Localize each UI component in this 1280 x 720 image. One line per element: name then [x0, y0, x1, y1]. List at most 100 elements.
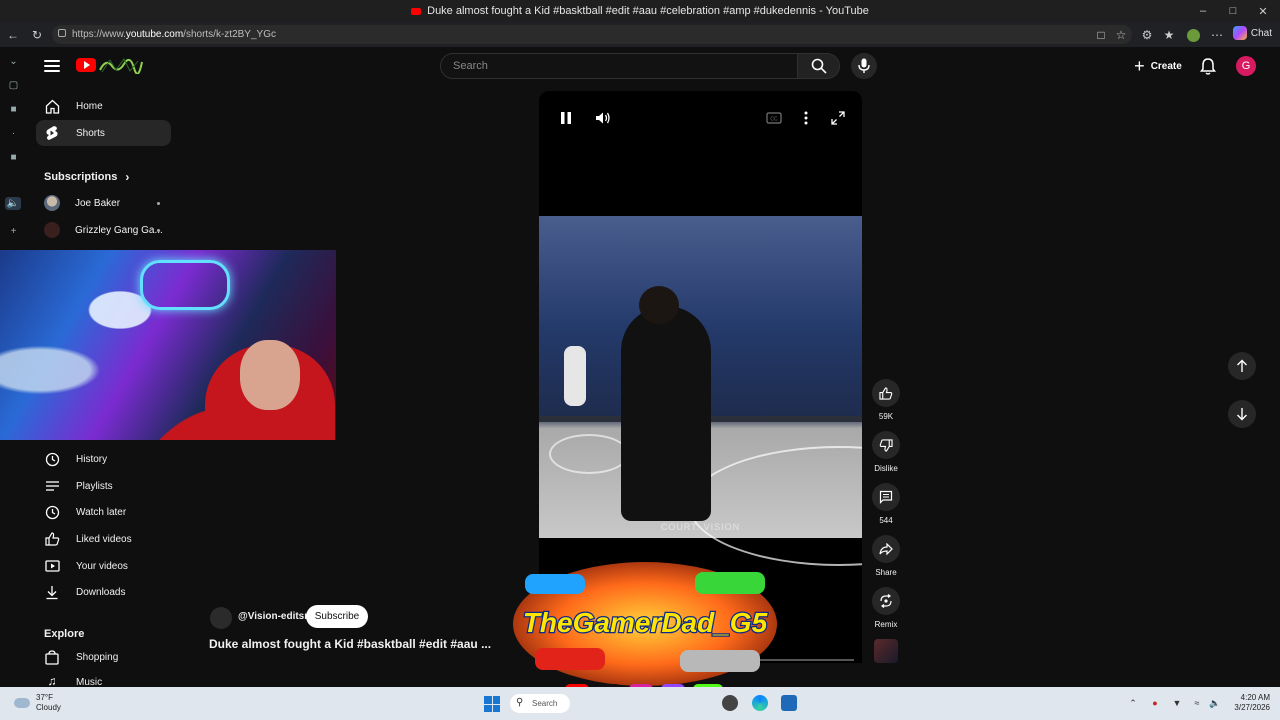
- reload-icon[interactable]: ↻: [26, 24, 48, 46]
- share-label: Share: [875, 568, 897, 577]
- taskbar-app-icon-2[interactable]: [781, 695, 797, 711]
- address-bar[interactable]: https://www. youtube.com/shorts/k-zt2BY_Y…: [52, 25, 1132, 44]
- new-tab-icon[interactable]: +: [7, 225, 20, 238]
- favorite-star-icon[interactable]: ☆: [1110, 24, 1132, 46]
- create-button[interactable]: + Create: [1126, 54, 1190, 78]
- comments-button[interactable]: 544: [872, 483, 900, 525]
- windows-start-icon[interactable]: [484, 696, 500, 712]
- app-available-icon[interactable]: □: [1090, 24, 1112, 46]
- subscription-item[interactable]: Grizzley Gang Ga...: [44, 219, 174, 241]
- url-domain: youtube.com: [125, 29, 184, 40]
- copilot-chat-button[interactable]: Chat: [1232, 26, 1272, 40]
- speaker-icon[interactable]: 🔈: [1209, 698, 1220, 708]
- tray-app-icon[interactable]: ●: [1150, 698, 1160, 708]
- remix-button[interactable]: Remix: [872, 587, 900, 629]
- sidebar-item-your-videos[interactable]: Your videos: [36, 553, 171, 579]
- clock-time: 4:20 AM: [1240, 693, 1270, 702]
- show-hidden-icons-icon[interactable]: ⌃: [1128, 698, 1138, 708]
- svg-text:CC: CC: [770, 117, 778, 123]
- fullscreen-icon[interactable]: [829, 109, 847, 127]
- account-avatar[interactable]: G: [1236, 56, 1256, 76]
- site-info-icon[interactable]: [58, 29, 66, 37]
- playlists-icon: [44, 478, 60, 494]
- share-icon: [879, 543, 893, 555]
- remix-label: Remix: [874, 620, 898, 629]
- video-title[interactable]: Duke almost fought a Kid #basktball #edi…: [209, 637, 509, 651]
- twitch-tab-icon-2[interactable]: ■: [7, 151, 20, 164]
- explore-title: Explore: [44, 628, 85, 640]
- sidebar-item-watch-later[interactable]: Watch later: [36, 499, 171, 525]
- back-icon[interactable]: ←: [2, 24, 24, 46]
- extensions-icon[interactable]: ⚙: [1136, 24, 1158, 46]
- arrow-up-icon: [1237, 359, 1247, 372]
- favorites-icon[interactable]: ★: [1158, 24, 1180, 46]
- taskbar-search[interactable]: ⚲ Search: [510, 694, 570, 713]
- subscription-item[interactable]: Joe Baker: [44, 192, 174, 214]
- voice-search-button[interactable]: [851, 53, 877, 79]
- thumbs-down-icon: [879, 438, 893, 452]
- plus-icon: +: [1134, 56, 1145, 76]
- channel-avatar[interactable]: [210, 607, 232, 629]
- channel-name[interactable]: @Vision-editsr: [238, 611, 308, 622]
- watch-later-icon: [44, 504, 60, 520]
- menu-icon[interactable]: [44, 58, 60, 74]
- video-frame[interactable]: COURT. VISION: [539, 216, 862, 566]
- taskbar-app-icon[interactable]: [722, 695, 738, 711]
- more-options-icon[interactable]: ⋯: [1206, 24, 1228, 46]
- url-path: /shorts/k-zt2BY_YGc: [183, 29, 276, 40]
- previous-short-button[interactable]: [1228, 352, 1256, 380]
- chat-label: Chat: [1250, 27, 1272, 39]
- next-short-button[interactable]: [1228, 400, 1256, 428]
- arrow-down-icon: [1237, 408, 1247, 421]
- weather-widget[interactable]: 37°F Cloudy: [14, 693, 61, 712]
- search-button[interactable]: [798, 53, 840, 79]
- more-vertical-icon[interactable]: [797, 109, 815, 127]
- like-button[interactable]: 59K: [872, 379, 900, 421]
- subscription-name: Joe Baker: [75, 197, 121, 209]
- subscribe-button[interactable]: Subscribe: [306, 605, 368, 628]
- volume-icon[interactable]: [594, 109, 612, 127]
- tab-actions-icon[interactable]: ⌄: [7, 55, 20, 68]
- shorts-label: Shorts: [76, 127, 105, 139]
- maximize-icon[interactable]: □: [1218, 0, 1248, 22]
- sidebar-item-shorts[interactable]: Shorts: [36, 120, 171, 146]
- subscriptions-heading[interactable]: Subscriptions ›: [44, 170, 129, 184]
- minimize-icon[interactable]: –: [1188, 0, 1218, 22]
- pause-icon[interactable]: [557, 109, 575, 127]
- wifi-icon[interactable]: ≈: [1192, 698, 1202, 708]
- channel-thumbnail[interactable]: [874, 639, 898, 663]
- share-button[interactable]: Share: [872, 535, 900, 577]
- sidebar-item-history[interactable]: History: [36, 446, 171, 472]
- twitch-tab-icon[interactable]: ■: [7, 103, 20, 116]
- doodle-logo-art[interactable]: [98, 56, 144, 75]
- clock[interactable]: 4:20 AM 3/27/2026: [1234, 693, 1270, 714]
- sidebar-item-home[interactable]: Home: [36, 93, 171, 119]
- close-icon[interactable]: ✕: [1248, 0, 1278, 22]
- sidebar-item-playlists[interactable]: Playlists: [36, 473, 171, 499]
- windows-taskbar: 37°F Cloudy ⚲ Search ⌃ ● ▼ ≈ 🔈 4:20 AM 3…: [0, 687, 1280, 720]
- sidebar-item-music[interactable]: ♫ Music: [36, 673, 171, 687]
- tray-device-icon[interactable]: ▼: [1172, 698, 1182, 708]
- sidebar-item-liked-videos[interactable]: Liked videos: [36, 526, 171, 552]
- profile-icon[interactable]: [1182, 24, 1204, 46]
- captions-icon[interactable]: CC: [765, 109, 783, 127]
- chevron-right-icon: ›: [125, 170, 130, 184]
- edge-browser-icon[interactable]: [752, 695, 768, 711]
- create-label: Create: [1150, 60, 1182, 72]
- dislike-button[interactable]: Dislike: [872, 431, 900, 473]
- notifications-bell-icon[interactable]: [1198, 56, 1218, 76]
- youtube-favicon-icon: [411, 7, 422, 15]
- sidebar-item-shopping[interactable]: Shopping: [36, 644, 171, 670]
- new-content-dot: [157, 228, 160, 232]
- search-input[interactable]: Search: [440, 53, 798, 79]
- music-icon: ♫: [47, 674, 57, 687]
- search-icon: ⚲: [516, 697, 524, 708]
- audio-tab-icon[interactable]: 🔈: [5, 197, 21, 210]
- your-videos-label: Your videos: [76, 560, 128, 572]
- home-icon: [44, 98, 60, 114]
- tab-dot-icon[interactable]: ·: [7, 127, 20, 140]
- tab-icon[interactable]: ▢: [7, 79, 20, 92]
- download-icon: [44, 584, 60, 600]
- youtube-logo-icon[interactable]: [76, 58, 96, 72]
- sidebar-item-downloads[interactable]: Downloads: [36, 579, 171, 605]
